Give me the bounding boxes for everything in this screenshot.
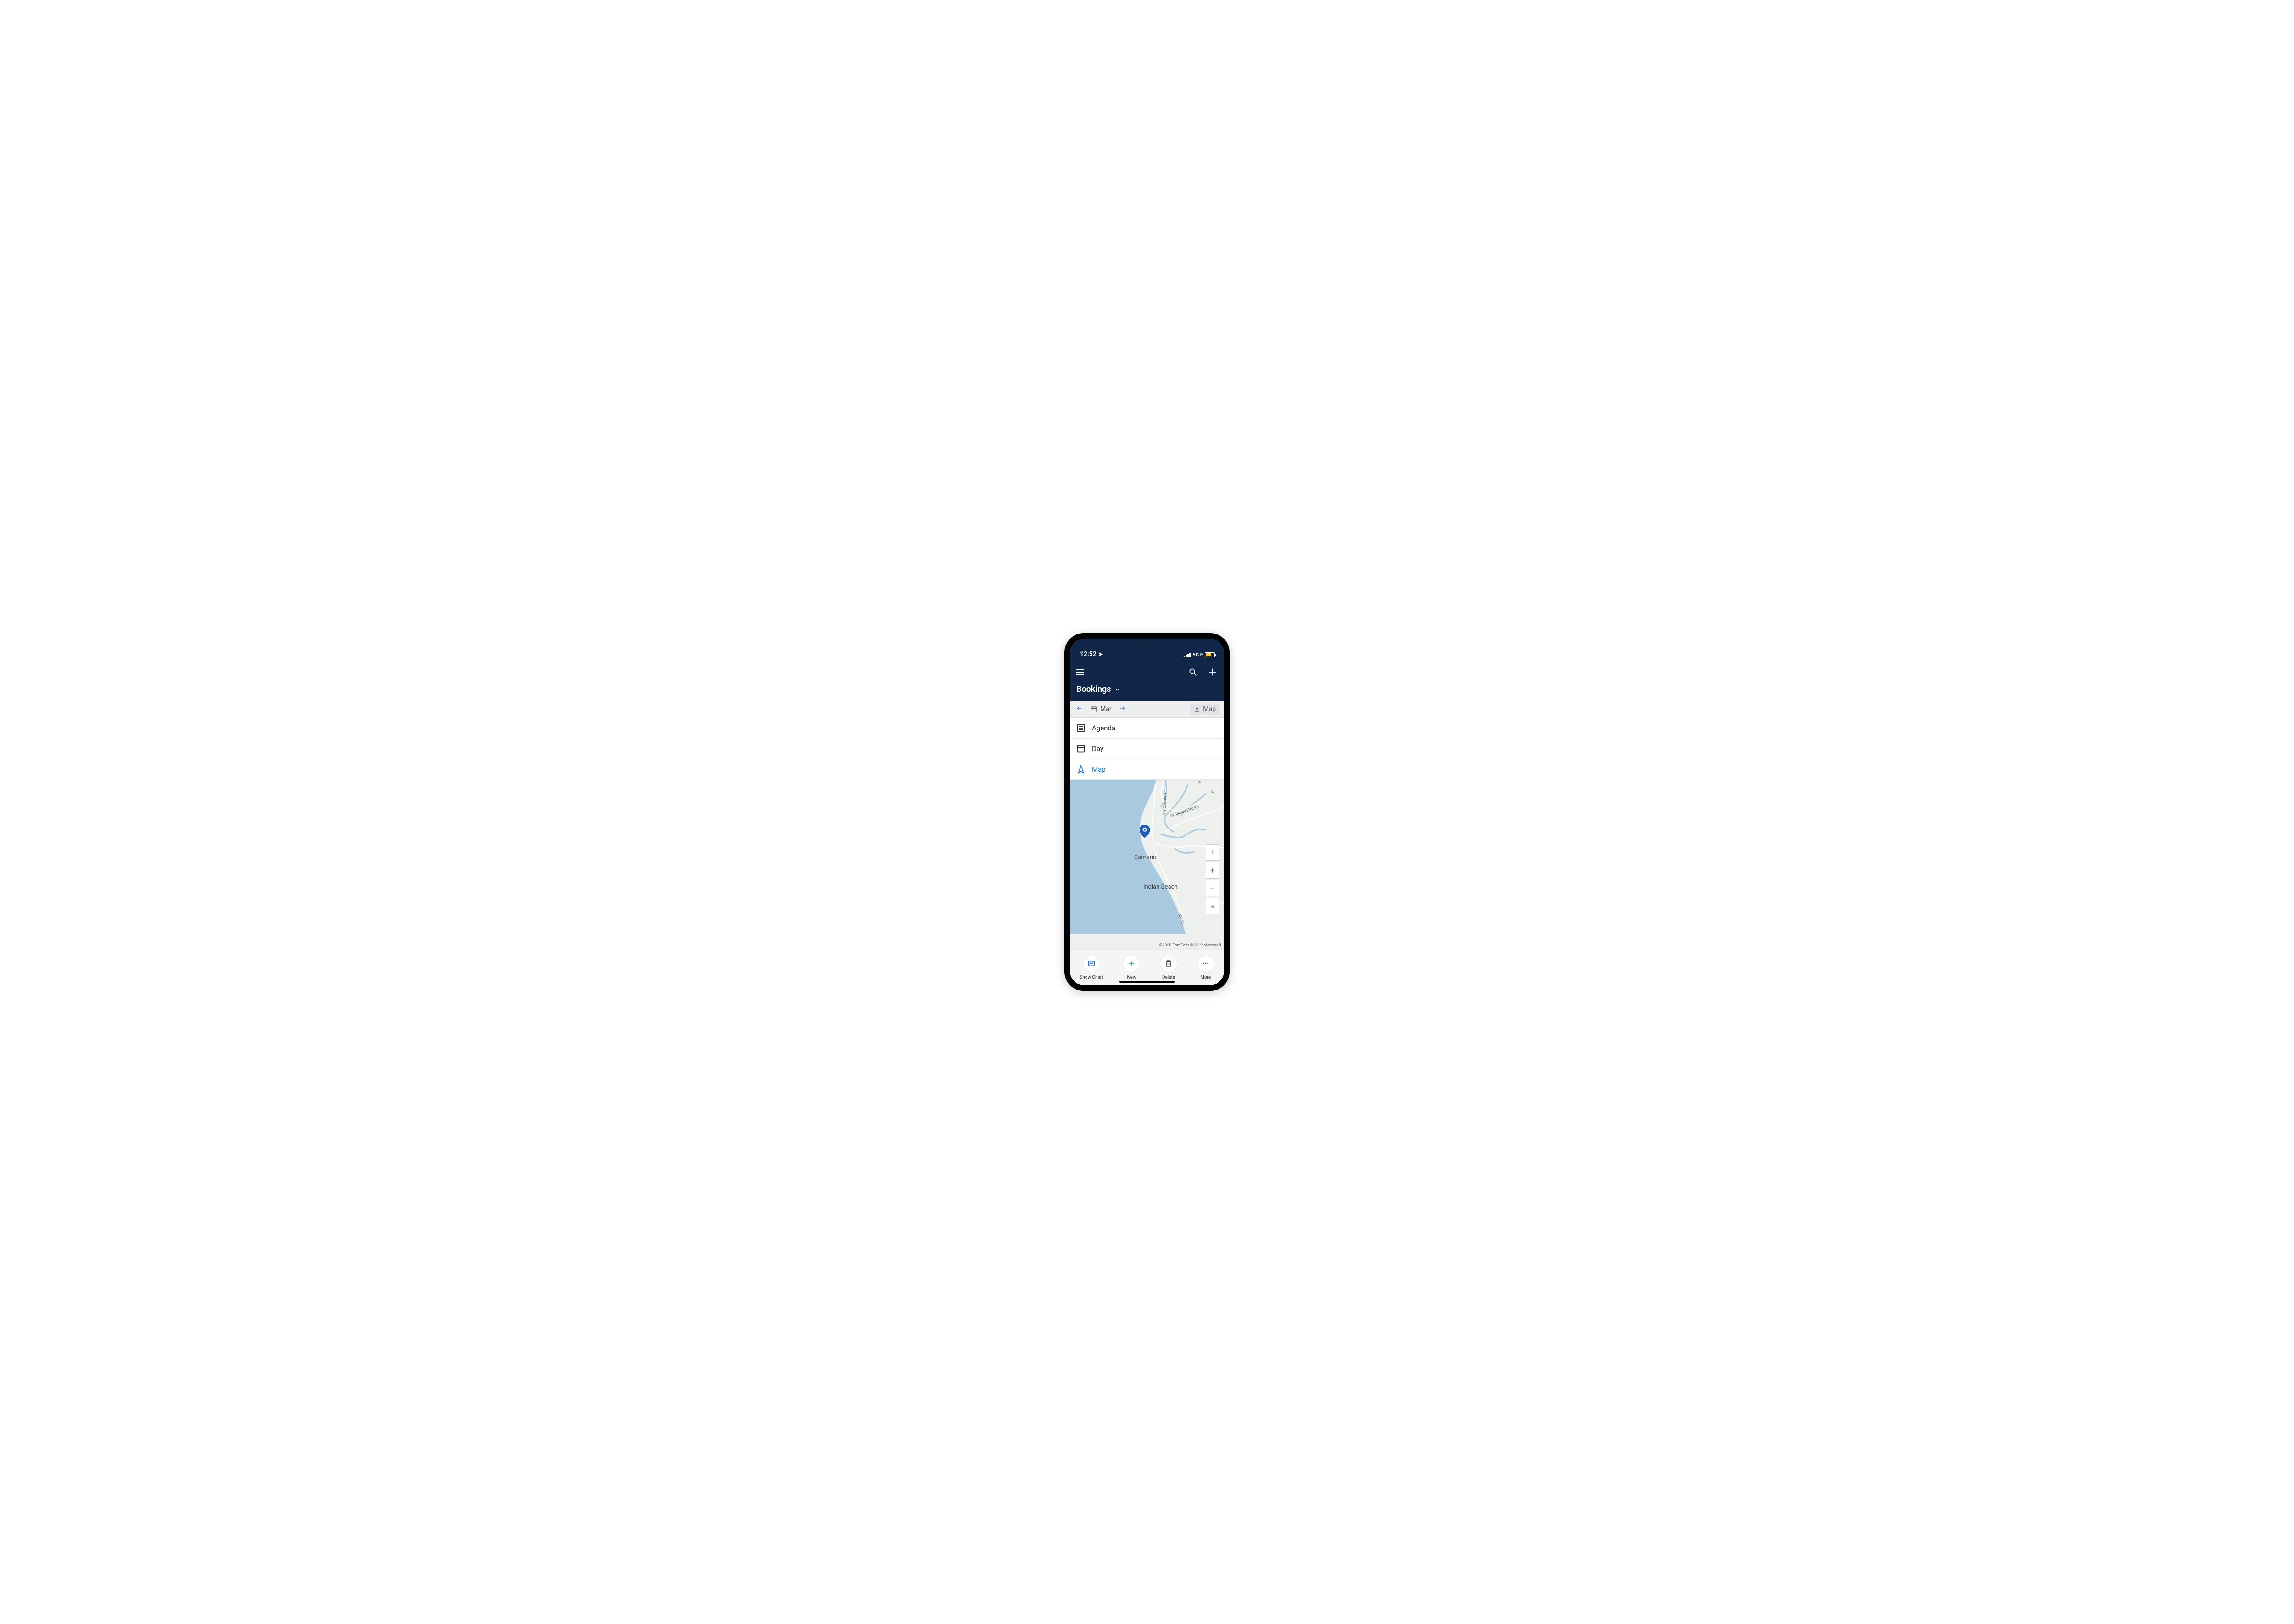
map-road-label: SW Camano Dr	[1162, 790, 1167, 815]
action-label: New	[1127, 975, 1136, 980]
chart-icon	[1087, 959, 1096, 968]
view-option-agenda[interactable]: Agenda	[1070, 718, 1224, 739]
more-button[interactable]: More	[1197, 955, 1214, 980]
status-right: 5G E	[1184, 652, 1215, 658]
next-month-button[interactable]	[1117, 704, 1127, 714]
day-icon	[1076, 744, 1086, 753]
month-label: Mar	[1100, 706, 1112, 713]
network-label: 5G E	[1192, 652, 1203, 658]
map-attribution: ©2020 TomTom ©2019 Microsoft	[1159, 943, 1221, 948]
status-bar: 12:52 ➤ 5G E	[1070, 639, 1224, 660]
map-controls: + −	[1206, 844, 1219, 914]
map-pin[interactable]	[1140, 825, 1150, 839]
map-city-label: Indian Beach	[1143, 884, 1178, 890]
action-label: Delete	[1162, 975, 1175, 980]
map-locate-button[interactable]	[1206, 844, 1219, 861]
phone-frame: 12:52 ➤ 5G E	[1064, 633, 1230, 991]
search-icon[interactable]	[1188, 667, 1197, 677]
map-pin-icon	[1194, 706, 1200, 712]
map-tilt-button[interactable]	[1206, 898, 1219, 914]
prev-month-button[interactable]	[1075, 704, 1085, 714]
map-toggle-button[interactable]: Map	[1190, 704, 1219, 715]
location-icon: ➤	[1098, 651, 1103, 657]
date-bar: Mar Map	[1070, 701, 1224, 718]
screen: 12:52 ➤ 5G E	[1070, 639, 1224, 985]
add-icon[interactable]	[1208, 667, 1218, 677]
action-label: More	[1200, 975, 1211, 980]
calendar-icon	[1090, 706, 1097, 713]
agenda-icon	[1076, 723, 1086, 733]
home-indicator[interactable]	[1119, 981, 1175, 983]
signal-icon	[1184, 653, 1191, 657]
view-options-list: Agenda Day Map	[1070, 718, 1224, 780]
status-left: 12:52 ➤	[1080, 651, 1103, 658]
map-zoom-in-button[interactable]: +	[1206, 862, 1219, 879]
month-picker[interactable]: Mar	[1090, 706, 1112, 713]
status-time: 12:52	[1080, 651, 1097, 658]
delete-button[interactable]: Delete	[1160, 955, 1177, 980]
chevron-down-icon	[1115, 687, 1120, 692]
view-option-map[interactable]: Map	[1070, 759, 1224, 780]
trash-icon	[1164, 959, 1173, 968]
nav-header: Bookings	[1070, 660, 1224, 701]
view-option-label: Agenda	[1092, 724, 1115, 732]
action-bar: Show Chart New Delete	[1070, 950, 1224, 985]
plus-icon	[1127, 959, 1136, 968]
view-option-day[interactable]: Day	[1070, 739, 1224, 759]
more-icon	[1202, 959, 1210, 968]
map-city-label: Camano	[1134, 854, 1157, 861]
hamburger-icon[interactable]	[1076, 669, 1084, 675]
view-option-label: Day	[1092, 745, 1103, 753]
action-label: Show Chart	[1080, 975, 1103, 980]
battery-icon	[1205, 652, 1215, 657]
show-chart-button[interactable]: Show Chart	[1080, 955, 1103, 980]
view-option-label: Map	[1092, 765, 1106, 773]
map-icon	[1076, 765, 1086, 774]
map-canvas[interactable]: Camano Indian Beach SW Camano Dr W Caman…	[1070, 780, 1224, 950]
view-selector[interactable]: Bookings	[1076, 684, 1218, 694]
page-title: Bookings	[1076, 684, 1111, 694]
map-zoom-out-button[interactable]: −	[1206, 880, 1219, 896]
map-road-label: P	[1198, 781, 1201, 785]
new-button[interactable]: New	[1123, 955, 1140, 980]
map-toggle-label: Map	[1203, 706, 1216, 713]
